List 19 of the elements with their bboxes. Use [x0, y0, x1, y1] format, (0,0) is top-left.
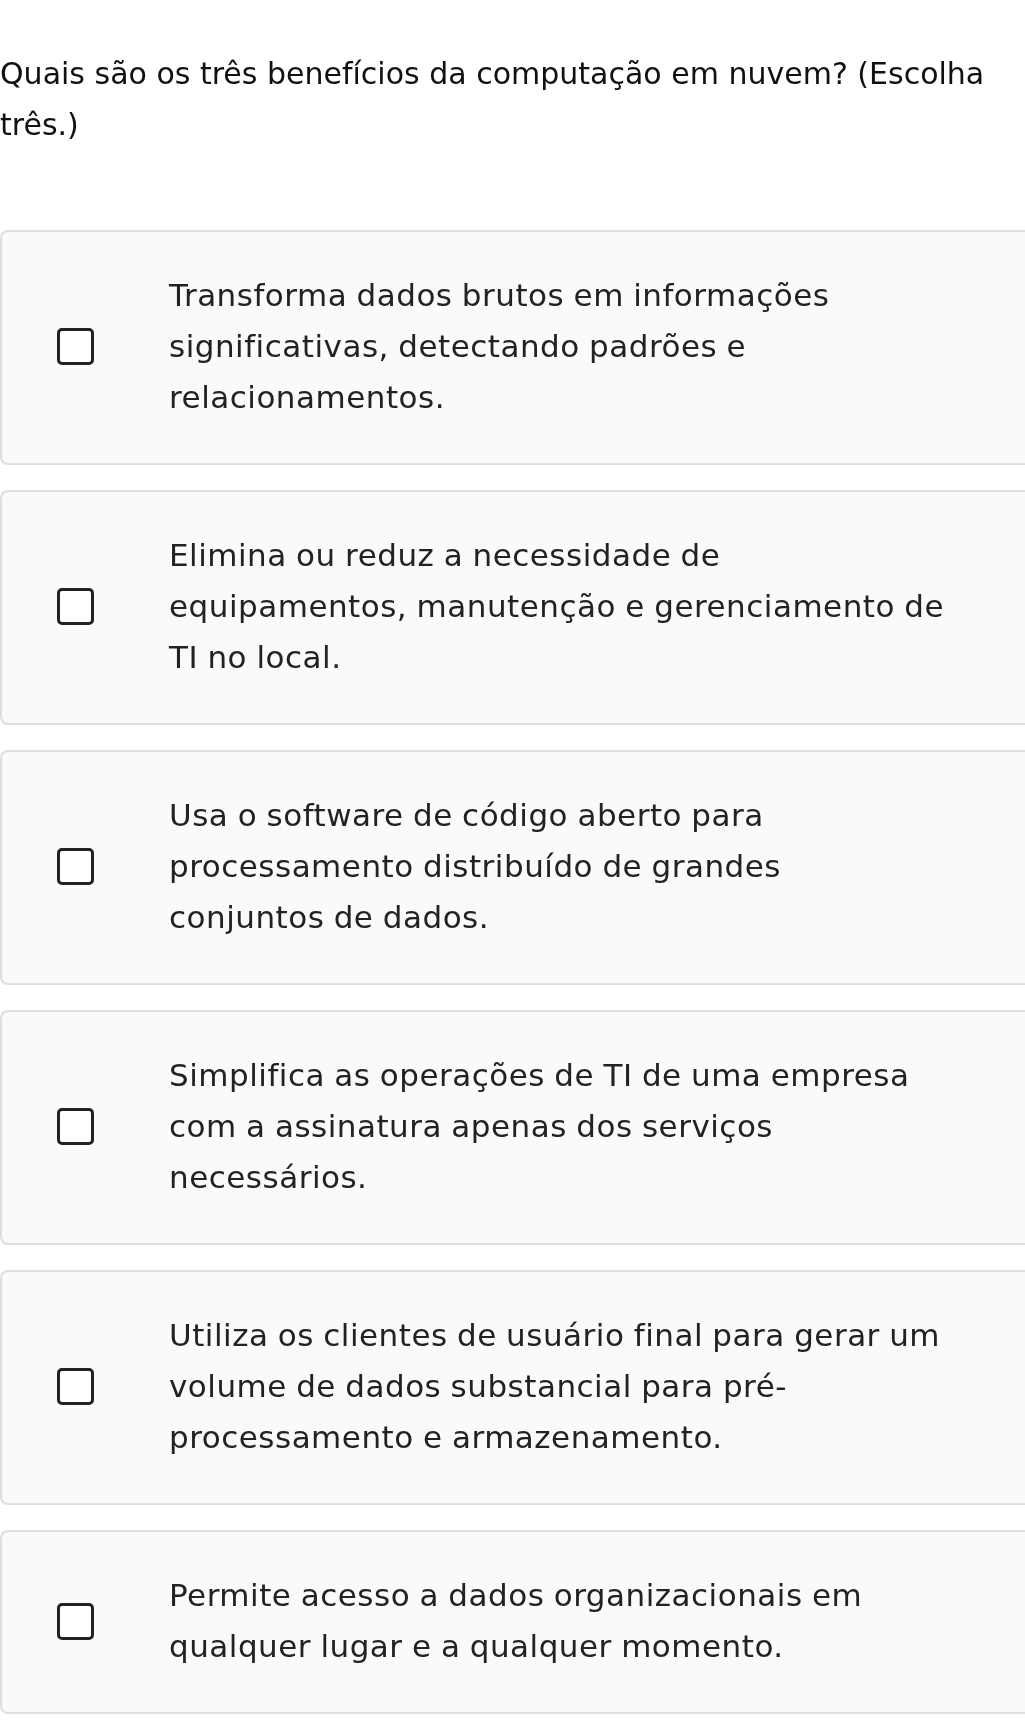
option-card[interactable]: Utiliza os clientes de usuário final para gerar um volume de dados substancial para pré-processamento e armazenamento. — [0, 1270, 1025, 1505]
option-card[interactable]: Transforma dados brutos em informações significativas, detectando padrões e relacionamentos. — [0, 230, 1025, 465]
option-text: Usa o software de código aberto para processamento distribuído de grandes conjuntos de dados. — [169, 796, 782, 937]
checkbox[interactable] — [57, 588, 94, 625]
checkbox[interactable] — [57, 1368, 94, 1405]
option-text: Permite acesso a dados organizacionais em qualquer lugar e a qualquer momento. — [169, 1576, 864, 1666]
option-text: Simplifica as operações de TI de uma empresa com a assinatura apenas dos serviços necessários. — [169, 1056, 911, 1197]
option-text: Utiliza os clientes de usuário final para gerar um volume de dados substancial para pré-processamento e armazenamento. — [169, 1316, 942, 1457]
option-card[interactable]: Elimina ou reduz a necessidade de equipamentos, manutenção e gerenciamento de TI no local. — [0, 490, 1025, 725]
question-text: Quais são os três benefícios da computação em nuvem? (Escolha três.) — [0, 55, 986, 144]
checkbox[interactable] — [57, 328, 94, 365]
checkbox[interactable] — [57, 848, 94, 885]
option-card[interactable]: Permite acesso a dados organizacionais em qualquer lugar e a qualquer momento. — [0, 1530, 1025, 1714]
option-text: Transforma dados brutos em informações significativas, detectando padrões e relacionamentos. — [169, 276, 831, 417]
checkbox[interactable] — [57, 1108, 94, 1145]
checkbox[interactable] — [57, 1602, 94, 1640]
option-card[interactable]: Usa o software de código aberto para processamento distribuído de grandes conjuntos de dados. — [0, 750, 1025, 985]
option-text: Elimina ou reduz a necessidade de equipamentos, manutenção e gerenciamento de TI no local. — [169, 536, 945, 677]
option-card[interactable]: Simplifica as operações de TI de uma empresa com a assinatura apenas dos serviços necessários. — [0, 1010, 1025, 1245]
